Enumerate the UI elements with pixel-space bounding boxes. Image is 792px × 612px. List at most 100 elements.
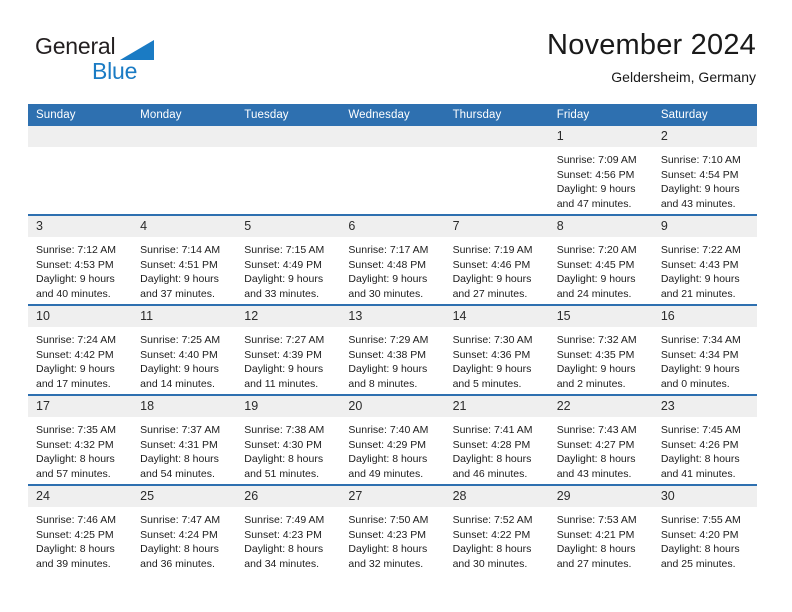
day-number: 15: [548, 306, 653, 327]
calendar-day-cell[interactable]: 7 Sunrise: 7:19 AM Sunset: 4:46 PM Daylight…: [444, 214, 549, 305]
day-number: 9: [652, 216, 757, 237]
day-detail-line: Daylight: 8 hours: [348, 543, 428, 556]
day-detail-line: Sunset: 4:49 PM: [244, 258, 322, 271]
day-details: Sunrise: 7:55 AM Sunset: 4:20 PM Daylight:…: [653, 507, 757, 571]
day-detail-line: Daylight: 8 hours: [556, 543, 636, 556]
calendar-day-cell[interactable]: 24 Sunrise: 7:46 AM Sunset: 4:25 PM Dayligh…: [28, 484, 133, 574]
day-detail-line: Sunrise: 7:47 AM: [140, 514, 221, 526]
calendar-body: 1 Sunrise: 7:09 AM Sunset: 4:56 PM Daylight…: [28, 126, 757, 574]
calendar-day-cell[interactable]: 30 Sunrise: 7:55 AM Sunset: 4:20 PM Dayligh…: [652, 484, 757, 574]
day-detail-line: Sunset: 4:22 PM: [452, 528, 531, 541]
day-detail-line: Sunset: 4:40 PM: [140, 348, 218, 361]
calendar-day-cell[interactable]: 3 Sunrise: 7:12 AM Sunset: 4:53 PM Daylight…: [28, 214, 133, 305]
day-details: Sunrise: 7:12 AM Sunset: 4:53 PM Daylight:…: [28, 237, 132, 301]
day-number: [444, 126, 549, 147]
day-number: 28: [444, 486, 549, 507]
day-number: 30: [652, 486, 757, 507]
day-detail-line: Sunset: 4:51 PM: [140, 258, 218, 271]
day-detail-line: and 41 minutes.: [660, 467, 736, 480]
day-number: 4: [132, 216, 237, 237]
day-detail-line: and 51 minutes.: [244, 467, 319, 480]
day-detail-line: and 27 minutes.: [556, 557, 632, 570]
day-detail-line: and 36 minutes.: [140, 557, 215, 570]
day-details: Sunrise: 7:49 AM Sunset: 4:23 PM Daylight:…: [236, 507, 340, 571]
calendar-day-cell[interactable]: 23 Sunrise: 7:45 AM Sunset: 4:26 PM Dayligh…: [652, 394, 757, 485]
day-detail-line: Sunset: 4:45 PM: [556, 258, 635, 271]
day-number: 11: [132, 306, 237, 327]
day-detail-line: Daylight: 9 hours: [660, 363, 740, 376]
day-detail-line: Sunset: 4:34 PM: [660, 348, 739, 361]
calendar-day-cell[interactable]: 12 Sunrise: 7:27 AM Sunset: 4:39 PM Dayligh…: [236, 304, 341, 395]
logo-triangle-icon: [120, 40, 154, 60]
day-number: 6: [340, 216, 445, 237]
calendar-day-cell[interactable]: 21 Sunrise: 7:41 AM Sunset: 4:28 PM Dayligh…: [444, 394, 549, 485]
calendar-day-cell[interactable]: 19 Sunrise: 7:38 AM Sunset: 4:30 PM Dayligh…: [236, 394, 341, 485]
calendar-week-row: 10 Sunrise: 7:24 AM Sunset: 4:42 PM Dayligh…: [28, 304, 757, 395]
day-number: 26: [236, 486, 341, 507]
day-detail-line: Daylight: 8 hours: [36, 543, 115, 556]
day-details: Sunrise: 7:32 AM Sunset: 4:35 PM Daylight:…: [549, 327, 653, 391]
calendar-day-cell[interactable]: 10 Sunrise: 7:24 AM Sunset: 4:42 PM Dayligh…: [28, 304, 133, 395]
day-details: Sunrise: 7:35 AM Sunset: 4:32 PM Daylight:…: [28, 417, 132, 481]
calendar-day-cell[interactable]: 15 Sunrise: 7:32 AM Sunset: 4:35 PM Dayligh…: [548, 304, 653, 395]
day-detail-line: Daylight: 9 hours: [556, 273, 636, 286]
day-number: 23: [652, 396, 757, 417]
calendar-day-cell[interactable]: 22 Sunrise: 7:43 AM Sunset: 4:27 PM Dayligh…: [548, 394, 653, 485]
weekday-header-saturday: Saturday: [652, 104, 757, 126]
weekday-header-friday: Friday: [548, 104, 653, 126]
day-detail-line: Daylight: 8 hours: [556, 453, 636, 466]
calendar-day-cell[interactable]: 2 Sunrise: 7:10 AM Sunset: 4:54 PM Daylight…: [652, 126, 757, 215]
day-number: 20: [340, 396, 445, 417]
day-detail-line: Sunrise: 7:20 AM: [556, 244, 637, 256]
day-details: Sunrise: 7:43 AM Sunset: 4:27 PM Daylight:…: [549, 417, 653, 481]
calendar-day-cell[interactable]: 8 Sunrise: 7:20 AM Sunset: 4:45 PM Daylight…: [548, 214, 653, 305]
calendar-week-row: 3 Sunrise: 7:12 AM Sunset: 4:53 PM Daylight…: [28, 214, 757, 305]
day-number: 18: [132, 396, 237, 417]
day-number: 8: [548, 216, 653, 237]
logo-word-general: General: [35, 33, 116, 59]
day-detail-line: Daylight: 8 hours: [140, 543, 219, 556]
day-detail-line: and 57 minutes.: [36, 467, 111, 480]
calendar-day-cell[interactable]: 16 Sunrise: 7:34 AM Sunset: 4:34 PM Dayligh…: [652, 304, 757, 395]
day-number: 3: [28, 216, 133, 237]
calendar-day-cell[interactable]: 5 Sunrise: 7:15 AM Sunset: 4:49 PM Daylight…: [236, 214, 341, 305]
calendar-day-cell[interactable]: 29 Sunrise: 7:53 AM Sunset: 4:21 PM Dayligh…: [548, 484, 653, 574]
day-number: 10: [28, 306, 133, 327]
day-detail-line: and 46 minutes.: [452, 467, 528, 480]
calendar-day-cell[interactable]: 26 Sunrise: 7:49 AM Sunset: 4:23 PM Dayligh…: [236, 484, 341, 574]
day-number: 19: [236, 396, 341, 417]
calendar-day-cell[interactable]: 28 Sunrise: 7:52 AM Sunset: 4:22 PM Dayligh…: [444, 484, 549, 574]
day-details: Sunrise: 7:47 AM Sunset: 4:24 PM Daylight:…: [132, 507, 236, 571]
calendar-day-cell[interactable]: 13 Sunrise: 7:29 AM Sunset: 4:38 PM Dayligh…: [340, 304, 445, 395]
day-details: Sunrise: 7:15 AM Sunset: 4:49 PM Daylight:…: [236, 237, 340, 301]
day-detail-line: Sunset: 4:53 PM: [36, 258, 114, 271]
day-number: [132, 126, 237, 147]
weekday-header-tuesday: Tuesday: [236, 104, 341, 126]
day-detail-line: Daylight: 9 hours: [140, 363, 219, 376]
calendar-week-row: 17 Sunrise: 7:35 AM Sunset: 4:32 PM Dayligh…: [28, 394, 757, 485]
calendar-day-cell[interactable]: 25 Sunrise: 7:47 AM Sunset: 4:24 PM Dayligh…: [132, 484, 237, 574]
day-details: Sunrise: 7:19 AM Sunset: 4:46 PM Daylight:…: [445, 237, 549, 301]
day-number: 21: [444, 396, 549, 417]
calendar-day-cell[interactable]: 20 Sunrise: 7:40 AM Sunset: 4:29 PM Dayligh…: [340, 394, 445, 485]
day-detail-line: Daylight: 8 hours: [36, 453, 115, 466]
weekday-header-sunday: Sunday: [28, 104, 133, 126]
calendar-day-cell[interactable]: 27 Sunrise: 7:50 AM Sunset: 4:23 PM Dayligh…: [340, 484, 445, 574]
calendar-day-cell[interactable]: 14 Sunrise: 7:30 AM Sunset: 4:36 PM Dayligh…: [444, 304, 549, 395]
calendar-day-cell[interactable]: 6 Sunrise: 7:17 AM Sunset: 4:48 PM Daylight…: [340, 214, 445, 305]
day-number: [236, 126, 341, 147]
day-detail-line: Sunrise: 7:29 AM: [348, 334, 429, 346]
day-detail-line: Sunset: 4:25 PM: [36, 528, 114, 541]
day-detail-line: Daylight: 9 hours: [348, 363, 428, 376]
calendar-day-cell[interactable]: 18 Sunrise: 7:37 AM Sunset: 4:31 PM Dayligh…: [132, 394, 237, 485]
calendar-day-cell[interactable]: 11 Sunrise: 7:25 AM Sunset: 4:40 PM Dayligh…: [132, 304, 237, 395]
day-detail-line: and 39 minutes.: [36, 557, 111, 570]
general-blue-logo[interactable]: General Blue: [35, 33, 195, 88]
calendar-day-cell[interactable]: 4 Sunrise: 7:14 AM Sunset: 4:51 PM Daylight…: [132, 214, 237, 305]
calendar-day-cell[interactable]: 9 Sunrise: 7:22 AM Sunset: 4:43 PM Daylight…: [652, 214, 757, 305]
day-details: Sunrise: 7:52 AM Sunset: 4:22 PM Daylight:…: [445, 507, 549, 571]
calendar-day-cell[interactable]: 1 Sunrise: 7:09 AM Sunset: 4:56 PM Daylight…: [548, 126, 653, 215]
day-detail-line: Sunrise: 7:38 AM: [244, 424, 325, 436]
calendar-day-cell[interactable]: 17 Sunrise: 7:35 AM Sunset: 4:32 PM Dayligh…: [28, 394, 133, 485]
weekday-header-monday: Monday: [132, 104, 237, 126]
